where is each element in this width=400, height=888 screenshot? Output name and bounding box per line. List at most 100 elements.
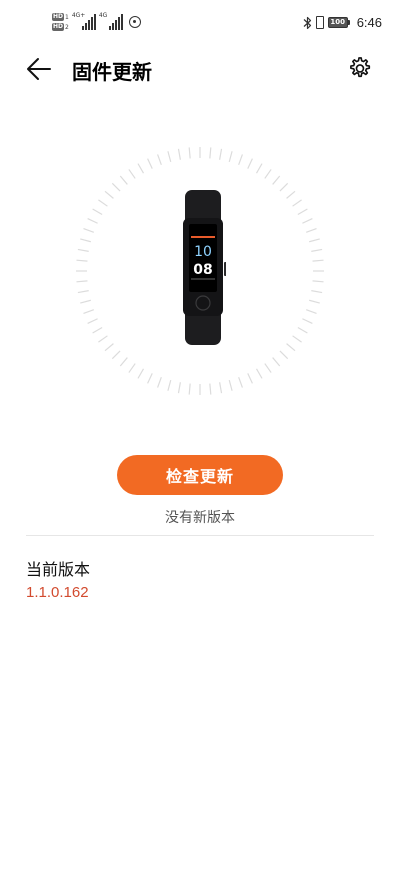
dial-tick bbox=[255, 163, 263, 174]
dial-tick bbox=[167, 379, 172, 391]
dial-tick bbox=[302, 318, 313, 324]
dial-tick bbox=[167, 151, 172, 163]
svg-text:10: 10 bbox=[194, 244, 212, 260]
sim2-index: 2 bbox=[65, 23, 69, 31]
dial-tick bbox=[311, 290, 323, 294]
dial-tick bbox=[279, 350, 289, 360]
dial-tick bbox=[219, 148, 223, 160]
status-time: 6:46 bbox=[356, 15, 382, 30]
dial-tick bbox=[292, 335, 302, 343]
back-button[interactable] bbox=[24, 54, 54, 84]
dial-tick bbox=[308, 238, 320, 243]
sim1-network-type: 4G+ bbox=[71, 12, 86, 19]
dial-tick bbox=[119, 175, 128, 185]
sim1-index: 1 bbox=[65, 13, 69, 21]
dial-tick bbox=[312, 259, 324, 262]
dial-tick bbox=[77, 248, 89, 252]
hd-icon: HD bbox=[52, 13, 65, 21]
volte-badge-sim2: HD 2 bbox=[52, 23, 69, 31]
dial-tick bbox=[264, 169, 272, 179]
dial-tick bbox=[177, 382, 181, 394]
dial-tick bbox=[128, 363, 136, 373]
dial-tick bbox=[137, 368, 145, 379]
dial-tick bbox=[177, 148, 181, 160]
dial-tick bbox=[87, 318, 98, 324]
dial-tick bbox=[83, 309, 95, 314]
dial-tick bbox=[279, 182, 289, 192]
dial-tick bbox=[83, 228, 95, 233]
dial-tick bbox=[98, 199, 108, 207]
dial-tick bbox=[247, 373, 253, 384]
update-status-text: 没有新版本 bbox=[165, 510, 235, 526]
dial-tick bbox=[104, 190, 114, 199]
device-illustration: 10 08 bbox=[75, 146, 325, 396]
hotspot-icon bbox=[128, 16, 141, 28]
dial-tick bbox=[238, 376, 243, 388]
battery-icon: 100 bbox=[327, 17, 350, 28]
gear-icon bbox=[350, 57, 371, 78]
divider bbox=[26, 535, 374, 536]
svg-text:08: 08 bbox=[193, 262, 212, 278]
bluetooth-icon bbox=[303, 16, 311, 29]
dial-tick bbox=[311, 248, 323, 252]
dial-tick bbox=[80, 299, 92, 304]
dial-tick bbox=[128, 169, 136, 179]
dial-tick bbox=[308, 299, 320, 304]
status-left: HD 1 HD 2 4G+ 4G bbox=[52, 12, 141, 34]
battery-level: 100 bbox=[327, 17, 348, 28]
sim2-network-type: 4G bbox=[98, 12, 108, 19]
app-header: 固件更新 bbox=[0, 48, 400, 92]
dial-tick bbox=[247, 158, 253, 169]
hd-icon: HD bbox=[52, 23, 65, 31]
dial-tick bbox=[76, 259, 88, 262]
dial-tick bbox=[297, 208, 308, 216]
dial-tick bbox=[272, 175, 281, 185]
dial-tick bbox=[98, 335, 108, 343]
dial-tick bbox=[188, 147, 191, 159]
dial-tick bbox=[209, 383, 212, 395]
arrow-left-icon bbox=[27, 58, 51, 80]
current-version-value: 1.1.0.162 bbox=[26, 584, 89, 601]
dial-tick bbox=[137, 163, 145, 174]
dial-tick bbox=[87, 218, 98, 224]
status-bar: HD 1 HD 2 4G+ 4G 100 6:46 bbox=[0, 0, 400, 46]
dial-tick bbox=[286, 190, 296, 199]
dial-tick bbox=[302, 218, 313, 224]
dial-tick bbox=[292, 199, 302, 207]
settings-button[interactable] bbox=[344, 54, 374, 84]
dial-tick bbox=[92, 326, 103, 334]
dial-tick bbox=[297, 326, 308, 334]
dial-tick bbox=[80, 238, 92, 243]
dial-tick bbox=[264, 363, 272, 373]
dial-tick bbox=[286, 343, 296, 352]
dial-tick bbox=[111, 182, 121, 192]
dial-tick bbox=[104, 343, 114, 352]
volte-badges: HD 1 HD 2 bbox=[52, 13, 69, 31]
check-update-button[interactable]: 检查更新 bbox=[117, 455, 283, 495]
dial-tick bbox=[272, 357, 281, 367]
page-title: 固件更新 bbox=[72, 60, 152, 84]
dial-tick bbox=[147, 158, 153, 169]
dial-tick bbox=[312, 280, 324, 283]
smart-band-image: 10 08 bbox=[183, 190, 226, 345]
dial-tick bbox=[209, 147, 212, 159]
sim2-signal-icon: 4G bbox=[99, 12, 123, 30]
dial-tick bbox=[255, 368, 263, 379]
dial-tick bbox=[77, 290, 89, 294]
dial-tick bbox=[147, 373, 153, 384]
volte-badge-sim1: HD 1 bbox=[52, 13, 69, 21]
sim1-signal-icon: 4G+ bbox=[72, 12, 96, 30]
dial-tick bbox=[228, 151, 233, 163]
dial-tick bbox=[305, 228, 317, 233]
dial-tick bbox=[228, 379, 233, 391]
dial-tick bbox=[219, 382, 223, 394]
dial-tick bbox=[119, 357, 128, 367]
dial-tick bbox=[238, 154, 243, 166]
dial-tick bbox=[92, 208, 103, 216]
dial-tick bbox=[157, 154, 162, 166]
vibrate-icon bbox=[315, 16, 324, 29]
dial-tick bbox=[111, 350, 121, 360]
dial-tick bbox=[76, 280, 88, 283]
status-right: 100 6:46 bbox=[303, 15, 382, 30]
current-version-label: 当前版本 bbox=[26, 560, 91, 579]
